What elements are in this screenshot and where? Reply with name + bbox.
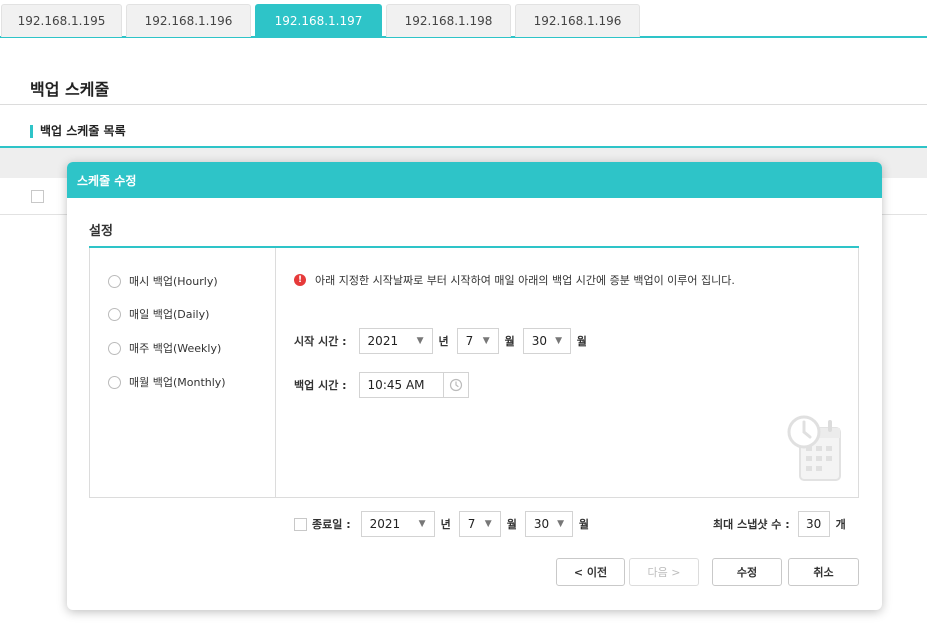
start-month-value: 7 [465, 334, 474, 348]
backup-time-label: 백업 시간 : [294, 379, 347, 392]
edit-button-label: 수정 [736, 566, 758, 579]
tab-label: 192.168.1.197 [274, 14, 363, 28]
chevron-down-icon: ▼ [484, 519, 492, 529]
tab-192-168-1-196-second[interactable]: 192.168.1.196 [515, 4, 640, 37]
chevron-down-icon: ▼ [557, 519, 565, 529]
radio-button[interactable] [108, 375, 121, 389]
tab-label: 192.168.1.198 [404, 14, 493, 28]
prev-button[interactable]: < 이전 [556, 558, 625, 586]
chevron-down-icon: ▼ [482, 336, 490, 346]
start-day-select[interactable]: 30 ▼ [522, 328, 571, 354]
ip-tab-bar: 192.168.1.195 192.168.1.196 192.168.1.19… [0, 0, 927, 38]
end-date-label: 종료일 : [312, 518, 351, 531]
radio-monthly[interactable]: 매월 백업(Monthly) [108, 374, 226, 390]
tab-192-168-1-195[interactable]: 192.168.1.195 [1, 4, 122, 37]
max-snapshot-label: 최대 스냅샷 수 : [713, 518, 790, 531]
end-day-value: 30 [533, 517, 550, 531]
end-month-value: 7 [467, 517, 476, 531]
page-title: 백업 스케줄 [30, 80, 110, 99]
divider [0, 104, 927, 105]
warning-icon: ! [294, 274, 306, 286]
month-unit: 월 [504, 335, 515, 348]
schedule-notice: ! 아래 지정한 시작날짜로 부터 시작하여 매일 아래의 백업 시간에 증분 … [294, 272, 735, 288]
max-snapshot-input[interactable]: 30 [797, 511, 830, 537]
tab-label: 192.168.1.196 [144, 14, 233, 28]
edit-button[interactable]: 수정 [712, 558, 782, 586]
end-date-row: 종료일 : 2021 ▼ 년 7 ▼ 월 30 ▼ 월 [294, 511, 597, 537]
radio-daily[interactable]: 매일 백업(Daily) [108, 306, 209, 322]
day-unit: 월 [578, 518, 589, 531]
chevron-down-icon: ▼ [555, 336, 562, 346]
backup-time-row: 백업 시간 : 10:45 AM [294, 372, 469, 398]
next-button[interactable]: 다음 > [629, 558, 699, 586]
start-year-select[interactable]: 2021 ▼ [358, 328, 433, 354]
modal-title: 스케줄 수정 [77, 173, 137, 188]
day-unit: 월 [576, 335, 587, 348]
radio-button[interactable] [108, 307, 121, 321]
schedule-edit-modal: 스케줄 수정 설정 매시 백업(Hourly) 매일 백업(Daily) 매주 … [67, 162, 882, 610]
tab-192-168-1-197[interactable]: 192.168.1.197 [255, 4, 382, 37]
section-title: 백업 스케줄 목록 [30, 125, 126, 138]
next-button-label: 다음 > [647, 566, 681, 579]
settings-panel: 매시 백업(Hourly) 매일 백업(Daily) 매주 백업(Weekly)… [89, 248, 859, 498]
max-snapshot-row: 최대 스냅샷 수 : 30 개 [713, 511, 854, 537]
radio-label: 매일 백업(Daily) [129, 308, 210, 321]
radio-button[interactable] [108, 341, 121, 355]
clock-icon[interactable] [442, 372, 469, 398]
start-month-select[interactable]: 7 ▼ [456, 328, 499, 354]
backup-time-input[interactable]: 10:45 AM [358, 372, 443, 398]
tab-label: 192.168.1.195 [17, 14, 106, 28]
radio-button[interactable] [108, 274, 121, 288]
backup-time-value: 10:45 AM [367, 378, 425, 392]
start-day-value: 30 [531, 334, 548, 348]
notice-text: 아래 지정한 시작날짜로 부터 시작하여 매일 아래의 백업 시간에 증분 백업… [315, 274, 735, 287]
radio-hourly[interactable]: 매시 백업(Hourly) [108, 273, 218, 289]
year-unit: 년 [440, 518, 451, 531]
prev-button-label: < 이전 [573, 566, 608, 579]
year-unit: 년 [438, 335, 449, 348]
schedule-type-options: 매시 백업(Hourly) 매일 백업(Daily) 매주 백업(Weekly)… [90, 248, 276, 497]
end-year-select[interactable]: 2021 ▼ [360, 511, 435, 537]
start-year-value: 2021 [367, 334, 399, 348]
radio-weekly[interactable]: 매주 백업(Weekly) [108, 340, 221, 356]
max-snapshot-value: 30 [805, 517, 822, 531]
end-year-value: 2021 [369, 517, 401, 531]
end-month-select[interactable]: 7 ▼ [458, 511, 501, 537]
month-unit: 월 [506, 518, 517, 531]
end-date-checkbox[interactable] [294, 517, 307, 531]
row-checkbox[interactable] [31, 190, 44, 203]
radio-label: 매주 백업(Weekly) [129, 342, 222, 355]
modal-header: 스케줄 수정 [67, 162, 882, 198]
settings-heading: 설정 [89, 224, 113, 239]
tab-192-168-1-198[interactable]: 192.168.1.198 [386, 4, 511, 37]
start-date-label: 시작 시간 : [294, 335, 347, 348]
chevron-down-icon: ▼ [418, 519, 426, 529]
snapshot-unit: 개 [835, 518, 846, 531]
calendar-clock-icon [786, 408, 846, 487]
end-day-select[interactable]: 30 ▼ [524, 511, 573, 537]
radio-label: 매월 백업(Monthly) [129, 376, 226, 389]
start-date-row: 시작 시간 : 2021 ▼ 년 7 ▼ 월 30 ▼ 월 [294, 328, 595, 354]
tab-192-168-1-196[interactable]: 192.168.1.196 [126, 4, 251, 37]
cancel-button-label: 취소 [813, 566, 834, 579]
radio-label: 매시 백업(Hourly) [129, 275, 218, 288]
tab-label: 192.168.1.196 [533, 14, 622, 28]
cancel-button[interactable]: 취소 [788, 558, 859, 586]
chevron-down-icon: ▼ [416, 336, 424, 346]
